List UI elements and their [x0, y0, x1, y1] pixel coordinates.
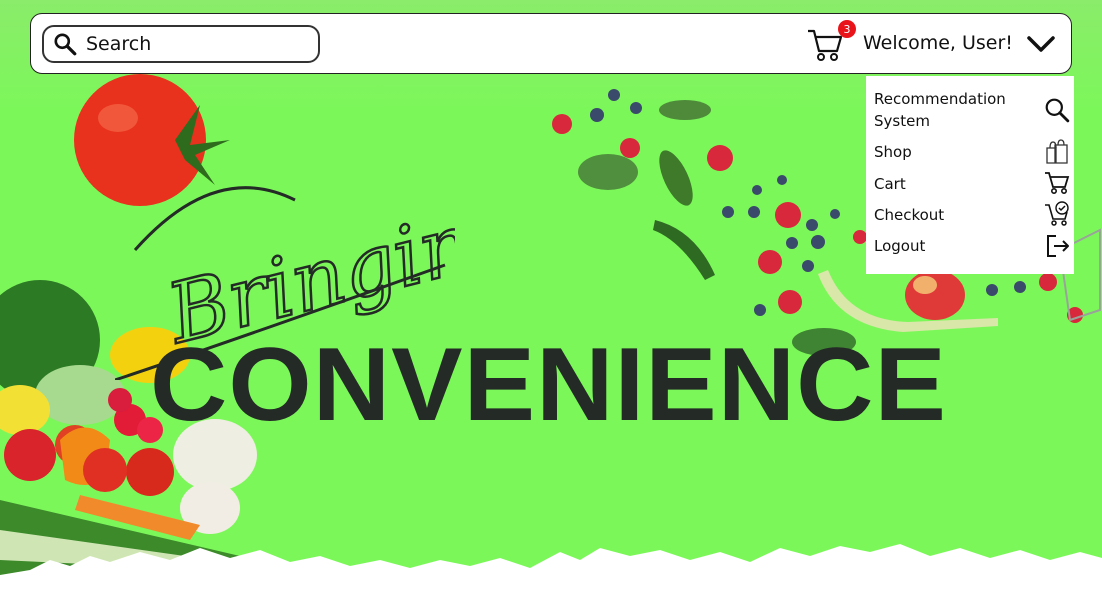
menu-item-recommendation-system[interactable]: Recommendation System [874, 88, 1070, 132]
shopping-bags-icon [1046, 139, 1068, 164]
menu-item-label: Shop [874, 143, 912, 161]
menu-item-logout[interactable]: Logout [874, 235, 1070, 257]
search-input[interactable] [86, 33, 306, 55]
user-menu-button[interactable]: Welcome, User! [863, 32, 1013, 54]
menu-item-label: Cart [874, 175, 906, 193]
cart-check-icon [1045, 201, 1069, 226]
search-box[interactable] [42, 25, 320, 63]
cart-count-badge: 3 [838, 20, 856, 38]
headline: CONVENIENCE [150, 327, 948, 443]
search-icon [54, 33, 77, 56]
search-icon [1045, 98, 1070, 123]
cart-icon [1045, 172, 1070, 194]
menu-item-shop[interactable]: Shop [874, 139, 1070, 164]
cart-icon[interactable] [807, 28, 843, 62]
menu-item-label: Checkout [874, 206, 945, 224]
menu-item-cart[interactable]: Cart [874, 172, 1070, 195]
menu-item-checkout[interactable]: Checkout [874, 201, 1070, 226]
logout-icon [1047, 235, 1069, 257]
top-navbar: 3 Welcome, User! [30, 13, 1072, 74]
menu-item-label: Logout [874, 237, 926, 255]
menu-item-label: Recommendation System [874, 90, 1006, 130]
chevron-down-icon[interactable] [1026, 31, 1056, 57]
user-dropdown-menu: Recommendation System Shop Cart Checkout [866, 76, 1074, 274]
